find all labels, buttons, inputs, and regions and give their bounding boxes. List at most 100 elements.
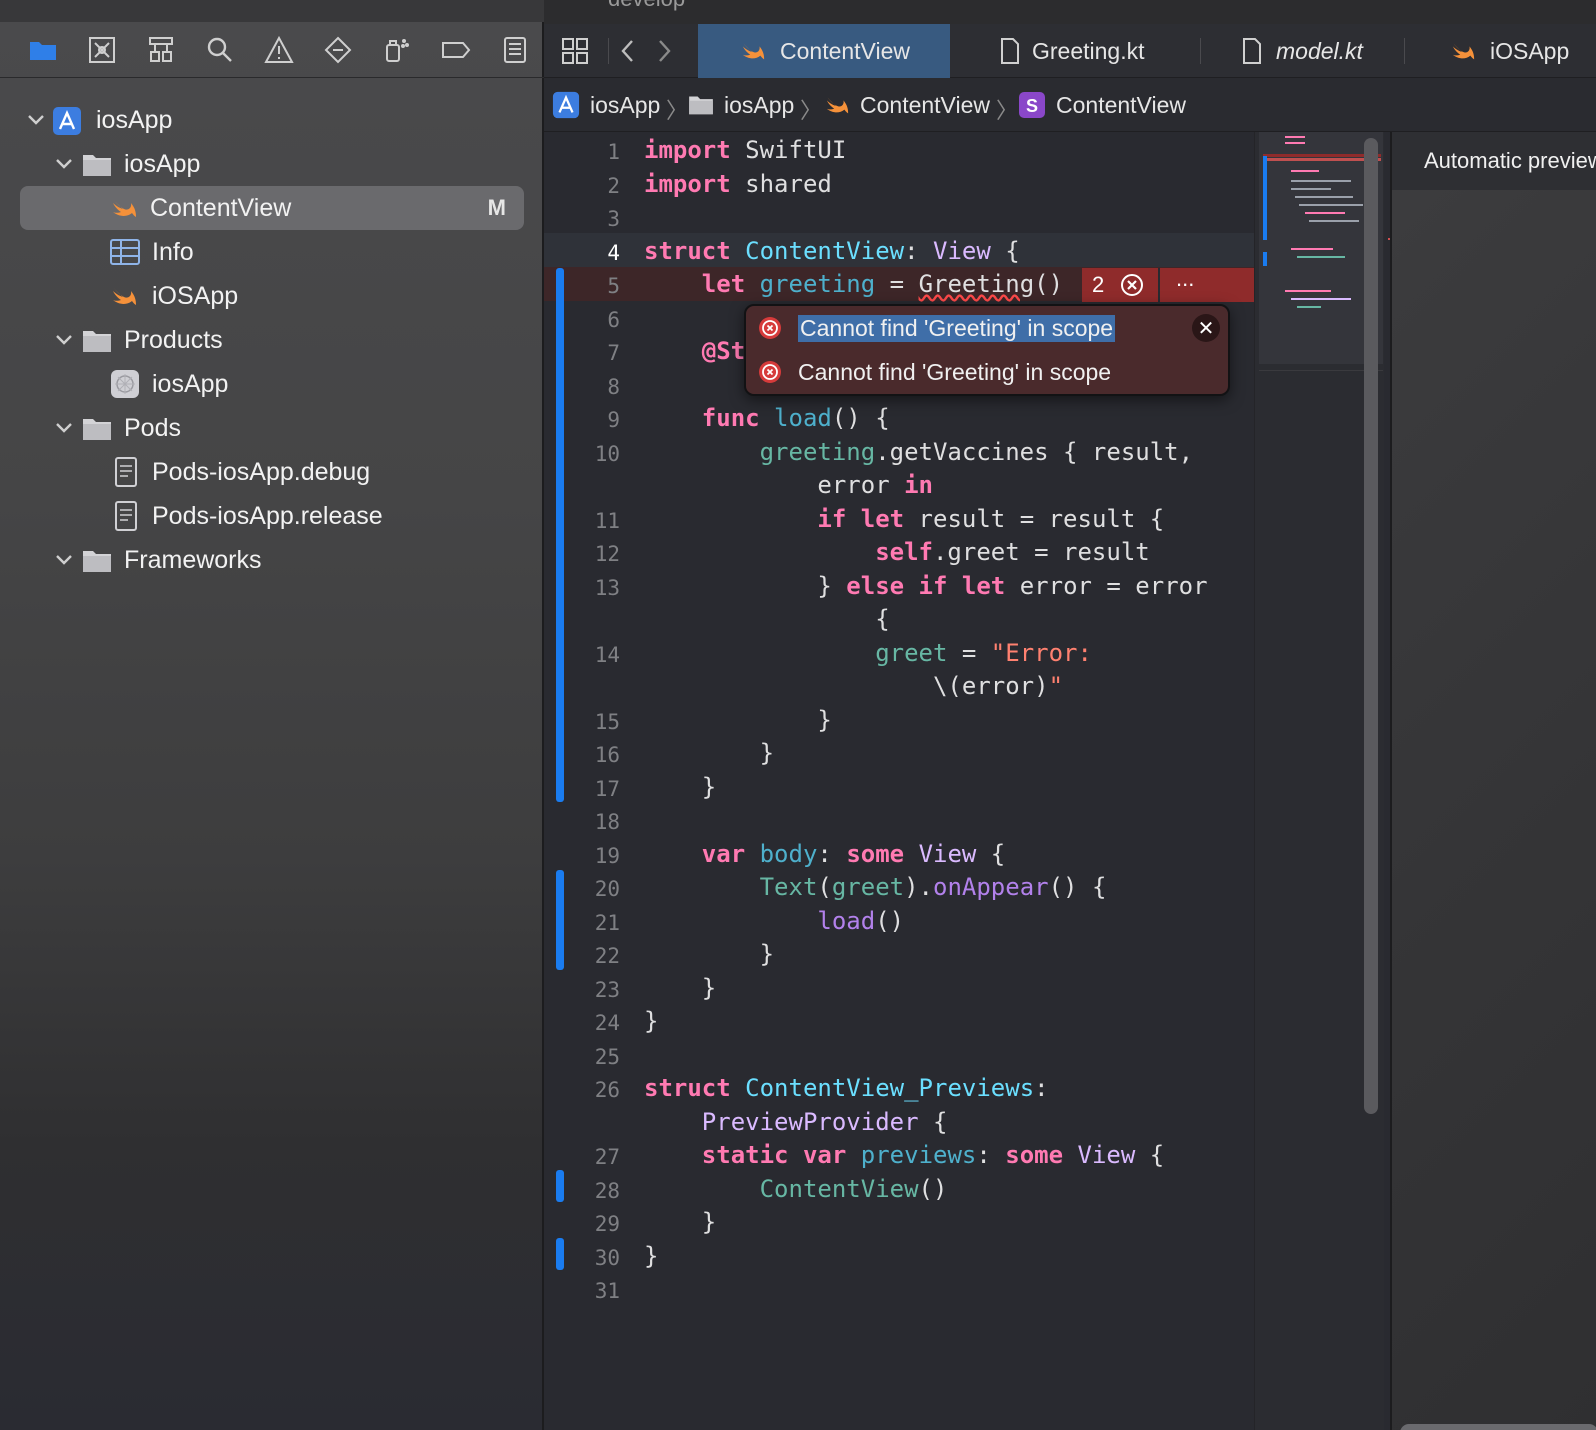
breadcrumb-item-symbol[interactable]: S ContentView [1018,78,1186,132]
folder-icon [689,96,713,115]
code-line: struct ContentView: View { [644,237,1020,265]
error-message-row[interactable]: Cannot find 'Greeting' in scope [746,350,1228,394]
line-number: 16 [594,743,620,767]
breadcrumb-label: ContentView [860,91,990,118]
code-line: let greeting = Greeting() [701,270,1064,298]
breadcrumb-item-file[interactable]: ContentView [824,78,990,132]
code-line: if let result = result { [817,505,1165,533]
breadcrumb-item-project[interactable]: iosApp [552,78,660,132]
tree-row-project[interactable]: iosApp [0,98,544,142]
breadcrumb-item-folder[interactable]: iosApp [688,78,794,132]
tree-row-folder[interactable]: iosApp [0,142,544,186]
xcconfig-file-icon [115,501,137,531]
horizontal-scrollbar[interactable] [1400,1424,1596,1430]
folder-icon[interactable] [14,22,73,78]
tree-label: iosApp [152,369,229,398]
inline-error-banner[interactable]: 2 ... [1082,266,1254,302]
tree-row-products[interactable]: Products [0,318,544,362]
tab-contentview[interactable]: ContentView [698,24,950,78]
line-number: 6 [607,308,620,332]
tree-row-contentview[interactable]: ContentView M [20,186,524,230]
tree-label: iOSApp [152,281,239,310]
line-number-current: 4 [607,241,620,265]
tab-iosapp[interactable]: iOSApp [1406,24,1596,78]
grid-layout-icon[interactable] [552,24,598,78]
code-line: } [644,739,775,767]
code-line: greeting.getVaccines { result, [759,438,1194,466]
chevron-left-icon[interactable] [610,24,646,78]
chevron-down-icon[interactable] [54,418,74,438]
line-number: 8 [607,375,620,399]
line-number: 29 [594,1212,620,1236]
code-line: @St [701,337,746,365]
modified-badge: M [487,195,506,220]
report-icon[interactable] [485,22,544,78]
breadcrumb-label: ContentView [1056,91,1186,118]
line-number: 19 [594,844,620,868]
hierarchy-icon[interactable] [132,22,191,78]
code-line: \(error)" [644,672,1064,700]
swift-icon [742,43,765,60]
chevron-down-icon[interactable] [54,154,74,174]
folder-icon [83,331,111,352]
line-number: 20 [594,877,620,901]
tree-row-frameworks[interactable]: Frameworks [0,538,544,582]
project-navigator: iosApp iosApp ContentView M Info iOSApp [0,0,544,1430]
line-number: 25 [594,1045,620,1069]
code-line: Text(greet).onAppear() { [759,873,1107,901]
tree-row-pods[interactable]: Pods [0,406,544,450]
search-icon[interactable] [191,22,250,78]
tree-label: Pods [124,413,181,442]
preview-canvas[interactable] [1392,190,1596,1430]
tab-label: model.kt [1276,37,1363,64]
code-editor[interactable]: 1 2 3 4 5 6 7 8 9 10 11 12 13 14 15 16 1… [544,132,1254,1430]
code-line: struct ContentView_Previews: [644,1074,1049,1102]
tab-model-kt[interactable]: model.kt [1202,24,1402,78]
swift-icon [113,200,136,217]
code-line: } else if let error = error [644,572,1208,600]
tab-bar: ContentView Greeting.kt model.kt iOSApp [544,24,1596,78]
error-circle-icon [759,317,781,339]
tree-row-info[interactable]: Info [0,230,544,274]
error-popover: Cannot find 'Greeting' in scope Cannot f… [744,304,1230,396]
svg-text:S: S [1026,96,1038,116]
warning-icon[interactable] [250,22,309,78]
chevron-down-icon[interactable] [26,110,46,130]
breakpoint-icon[interactable] [426,22,485,78]
tree-row-pods-debug[interactable]: Pods-iosApp.debug [0,450,544,494]
tree-label: Pods-iosApp.debug [152,457,371,486]
more-button[interactable]: ... [1176,266,1194,292]
line-number: 27 [594,1145,620,1169]
code-line: var body: some View { [701,840,1006,868]
swift-icon [1452,43,1475,60]
vertical-scrollbar[interactable] [1364,138,1378,1114]
tab-greeting-kt[interactable]: Greeting.kt [950,24,1200,78]
chevron-down-icon[interactable] [54,550,74,570]
line-number: 28 [594,1179,620,1203]
line-number: 26 [594,1078,620,1102]
tree-row-product-app[interactable]: iosApp [0,362,544,406]
breadcrumb: iosApp 〉 iosApp 〉 ContentView 〉 S Conten… [544,78,1596,132]
line-number: 18 [594,810,620,834]
code-line: static var previews: some View { [701,1141,1165,1169]
error-message-row[interactable]: Cannot find 'Greeting' in scope [746,306,1228,350]
chevron-down-icon[interactable] [54,330,74,350]
tree-label: Pods-iosApp.release [152,501,383,530]
error-count: 2 [1092,272,1105,297]
code-line: } [644,706,832,734]
code-line: } [644,974,717,1002]
chevron-right-icon[interactable] [646,24,682,78]
document-icon [1001,38,1019,64]
test-diamond-icon[interactable] [308,22,367,78]
error-message: Cannot find 'Greeting' in scope [798,314,1116,342]
code-line: self.greet = result [875,538,1150,566]
tree-row-pods-release[interactable]: Pods-iosApp.release [0,494,544,538]
canvas-preview: Automatic preview [1390,132,1596,1430]
tree-row-iosapp-swift[interactable]: iOSApp [0,274,544,318]
source-control-icon[interactable] [73,22,132,78]
close-icon[interactable]: ✕ [1192,314,1220,342]
tab-label: ContentView [780,37,910,64]
folder-icon [83,155,111,176]
swift-icon [826,97,849,114]
debug-spray-icon[interactable] [367,22,426,78]
